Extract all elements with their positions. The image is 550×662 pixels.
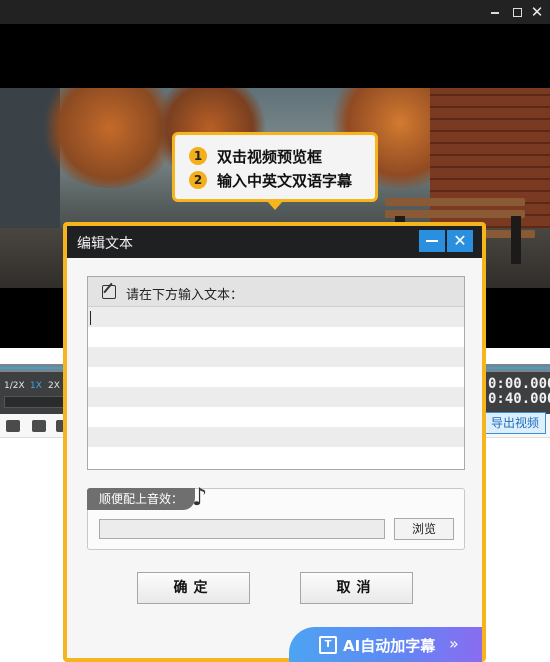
browse-button[interactable]: 浏览 xyxy=(394,518,454,540)
export-video-button[interactable]: 导出视频 xyxy=(484,412,546,434)
edit-icon xyxy=(102,285,116,299)
dialog-close-button[interactable]: ✕ xyxy=(447,230,473,252)
subtitle-icon: T xyxy=(319,636,337,654)
close-button[interactable]: ✕ xyxy=(528,3,546,21)
text-input-prompt: 请在下方输入文本： xyxy=(126,288,244,303)
dialog-minimize-button[interactable] xyxy=(419,230,445,252)
step-number-badge: 2 xyxy=(189,171,207,189)
time-current: 0:00.000 xyxy=(488,376,550,392)
sound-effect-section: 顺便配上音效： ♪ 浏览 xyxy=(87,483,465,550)
callout-step-2: 2 输入中英文双语字幕 xyxy=(189,169,352,191)
text-caret xyxy=(90,311,91,325)
video-editor-window: ✕ 1 双击视频预览框 2 输入中英文双语字幕 1/2X 1X 2X 0:00.… xyxy=(0,0,550,662)
text-line xyxy=(88,407,464,427)
text-line xyxy=(88,347,464,367)
confirm-button[interactable]: 确定 xyxy=(137,572,250,604)
title-bar: ✕ xyxy=(0,0,550,24)
callout-pointer xyxy=(267,201,283,210)
text-line xyxy=(88,327,464,347)
text-line xyxy=(88,447,464,467)
speed-2x[interactable]: 2X xyxy=(48,381,60,391)
cancel-button[interactable]: 取消 xyxy=(300,572,413,604)
sound-effect-label: 顺便配上音效： xyxy=(87,488,195,510)
text-line xyxy=(88,367,464,387)
ai-auto-subtitle-label: AI自动加字幕 xyxy=(343,637,436,655)
text-line xyxy=(88,387,464,407)
text-line xyxy=(88,307,464,327)
minimize-button[interactable] xyxy=(486,3,504,21)
callout-step-1: 1 双击视频预览框 xyxy=(189,145,322,167)
ai-auto-subtitle-button[interactable]: T AI自动加字幕 » xyxy=(289,627,482,662)
bench-leg xyxy=(511,216,521,264)
edit-text-dialog: 编辑文本 ✕ 请在下方输入文本： 顺便配上音效： ♪ 浏览 确定 取消 T AI… xyxy=(63,222,486,662)
text-input-header: 请在下方输入文本： xyxy=(88,277,464,307)
step-number-badge: 1 xyxy=(189,147,207,165)
add-media-icon[interactable] xyxy=(6,420,20,432)
music-note-icon: ♪ xyxy=(192,483,208,511)
dialog-title: 编辑文本 xyxy=(77,236,133,252)
dialog-header: 编辑文本 ✕ xyxy=(67,226,482,258)
sound-effect-path-input[interactable] xyxy=(99,519,385,539)
subtitle-text-input[interactable]: 请在下方输入文本： xyxy=(87,276,465,470)
instruction-callout: 1 双击视频预览框 2 输入中英文双语字幕 xyxy=(172,132,378,202)
double-chevron-right-icon: » xyxy=(449,634,459,653)
speed-1x[interactable]: 1X xyxy=(30,381,42,391)
text-line xyxy=(88,427,464,447)
step-text: 输入中英文双语字幕 xyxy=(217,171,353,190)
folder-icon[interactable] xyxy=(32,420,46,432)
step-text: 双击视频预览框 xyxy=(217,147,323,166)
bench-slat xyxy=(385,198,525,206)
time-total: 0:40.000 xyxy=(488,391,550,407)
bench-slat xyxy=(385,210,525,218)
speed-slider[interactable] xyxy=(4,396,64,408)
maximize-button[interactable] xyxy=(508,3,526,21)
speed-half[interactable]: 1/2X xyxy=(4,381,25,391)
